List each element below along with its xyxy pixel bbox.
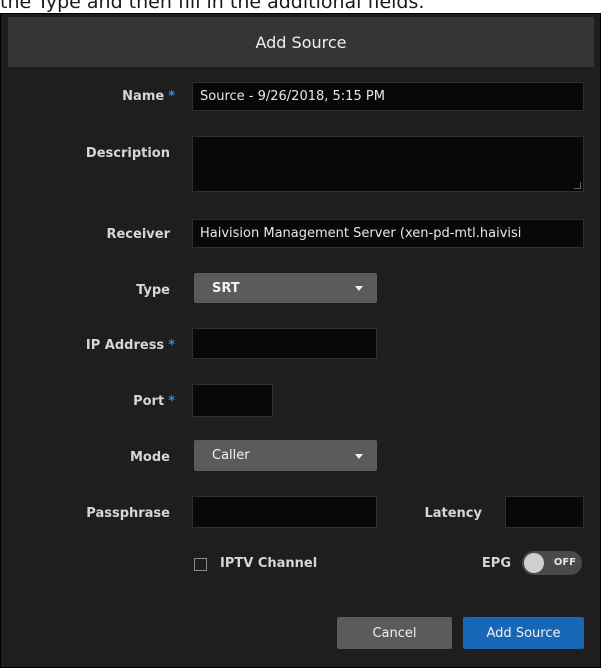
required-marker: * — [168, 394, 175, 409]
name-value: Source - 9/26/2018, 5:15 PM — [200, 89, 385, 104]
description-label: Description — [85, 146, 170, 161]
chevron-down-icon — [355, 453, 363, 459]
dialog-title: Add Source — [255, 32, 347, 52]
required-marker: * — [168, 338, 175, 353]
required-marker: * — [168, 89, 175, 104]
instruction-caption: the Type and then fill in the additional… — [0, 0, 425, 13]
name-label: Name * — [122, 89, 175, 104]
toggle-state-text: OFF — [553, 557, 576, 568]
iptv-channel-label: IPTV Channel — [220, 556, 318, 571]
type-label: Type — [136, 283, 170, 298]
receiver-input[interactable]: Haivision Management Server (xen-pd-mtl.… — [192, 219, 584, 248]
add-source-dialog: Add Source Name * Source - 9/26/2018, 5:1… — [0, 13, 601, 668]
mode-select[interactable]: Caller — [194, 440, 377, 471]
ip-address-label: IP Address * — [85, 338, 175, 353]
type-selected-value: SRT — [212, 280, 240, 296]
epg-toggle[interactable]: OFF — [522, 551, 582, 575]
mode-selected-value: Caller — [212, 448, 250, 463]
passphrase-input[interactable] — [192, 496, 377, 528]
chevron-down-icon — [355, 286, 363, 291]
passphrase-label: Passphrase — [86, 506, 170, 521]
port-input[interactable] — [192, 384, 273, 417]
latency-label: Latency — [424, 506, 482, 521]
add-source-button[interactable]: Add Source — [463, 617, 584, 649]
latency-input[interactable] — [505, 496, 584, 528]
name-input[interactable]: Source - 9/26/2018, 5:15 PM — [192, 82, 584, 111]
description-textarea[interactable] — [192, 136, 584, 192]
toggle-knob — [524, 553, 544, 573]
dialog-header: Add Source — [8, 17, 594, 67]
receiver-label: Receiver — [106, 227, 170, 242]
ip-address-input[interactable] — [192, 328, 377, 359]
epg-label: EPG — [481, 556, 511, 571]
receiver-value: Haivision Management Server (xen-pd-mtl.… — [200, 226, 522, 241]
mode-label: Mode — [130, 450, 170, 465]
iptv-channel-checkbox[interactable] — [194, 558, 207, 571]
port-label: Port * — [133, 394, 175, 409]
resize-grip-icon[interactable] — [574, 182, 581, 189]
type-select[interactable]: SRT — [194, 273, 377, 303]
cancel-button[interactable]: Cancel — [337, 617, 452, 649]
